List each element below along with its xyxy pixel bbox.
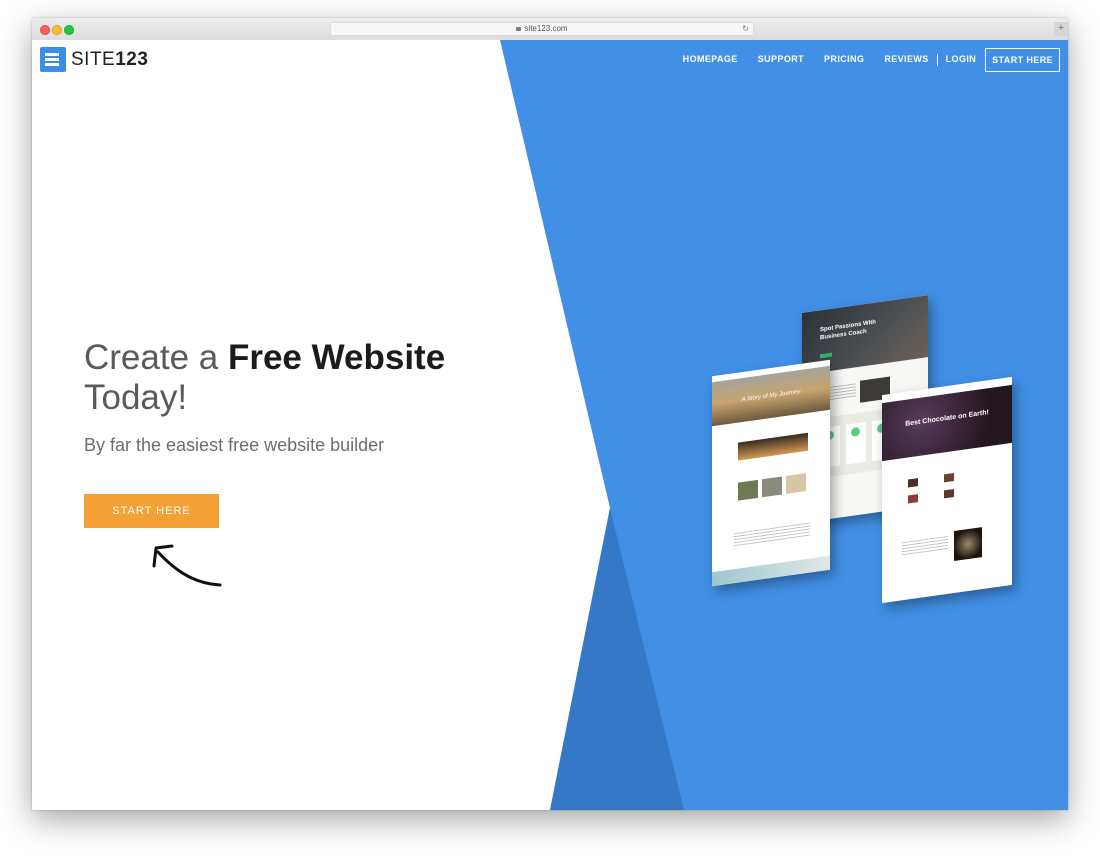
nav-pricing[interactable]: PRICING — [824, 47, 864, 72]
address-bar-text-wrap: site123.com — [331, 23, 753, 35]
journey-thumb-1 — [738, 479, 758, 501]
hero-text: Create a Free Website Today! By far the e… — [84, 338, 504, 456]
template-preview-chocolate: Best Chocolate on Earth! — [882, 376, 1012, 604]
logo-line — [45, 63, 59, 66]
chocolate-about-image — [954, 527, 982, 562]
hand-drawn-arrow-icon — [152, 544, 222, 587]
browser-window: site123.com ↻ + SITE123 HOMEPAGE SUPPORT… — [32, 18, 1068, 810]
zoom-window-button[interactable] — [64, 25, 74, 35]
main-nav: HOMEPAGE SUPPORT PRICING REVIEWS LOGIN S… — [683, 47, 1060, 72]
hero-start-here-button[interactable]: START HERE — [84, 494, 219, 528]
coach-about-text — [830, 383, 856, 401]
chocolate-item-2 — [944, 473, 954, 483]
hero-title: Create a Free Website Today! — [84, 338, 504, 418]
logo-wordmark: SITE123 — [71, 49, 148, 71]
nav-start-here-button[interactable]: START HERE — [985, 47, 1060, 72]
chocolate-item-3 — [908, 494, 918, 504]
page-content: SITE123 HOMEPAGE SUPPORT PRICING REVIEWS… — [32, 40, 1068, 810]
hero-title-suffix: Today! — [84, 378, 188, 417]
chocolate-item-4 — [944, 489, 954, 499]
chocolate-about-text — [902, 535, 948, 557]
browser-titlebar: site123.com ↻ + — [32, 18, 1068, 41]
nav-login[interactable]: LOGIN — [946, 47, 977, 72]
logo-text-light: SITE — [71, 49, 116, 70]
menu-lines-logo-icon — [40, 47, 66, 72]
minimize-window-button[interactable] — [52, 25, 62, 35]
logo-line — [45, 53, 59, 56]
hero-title-prefix: Create a — [84, 338, 228, 377]
journey-feature-image — [738, 432, 808, 461]
journey-thumb-3 — [786, 473, 806, 494]
close-window-button[interactable] — [40, 25, 50, 35]
chocolate-item-1 — [908, 478, 918, 488]
journey-thumb-2 — [762, 476, 782, 498]
hero-subtitle: By far the easiest free website builder — [84, 435, 385, 455]
journey-text — [734, 522, 810, 548]
address-bar[interactable]: site123.com ↻ — [330, 22, 754, 36]
nav-support[interactable]: SUPPORT — [758, 47, 804, 72]
nav-divider — [936, 53, 938, 66]
lock-icon — [516, 27, 522, 31]
template-preview-journey: A Story of My Journey — [712, 359, 830, 587]
reload-icon[interactable]: ↻ — [742, 24, 749, 34]
new-tab-button[interactable]: + — [1054, 22, 1068, 36]
url-text: site123.com — [524, 24, 568, 33]
logo-line — [45, 58, 59, 61]
hero-title-bold: Free Website — [227, 338, 446, 377]
logo-text-bold: 123 — [115, 49, 149, 70]
nav-reviews[interactable]: REVIEWS — [884, 47, 928, 72]
nav-homepage[interactable]: HOMEPAGE — [683, 47, 738, 72]
